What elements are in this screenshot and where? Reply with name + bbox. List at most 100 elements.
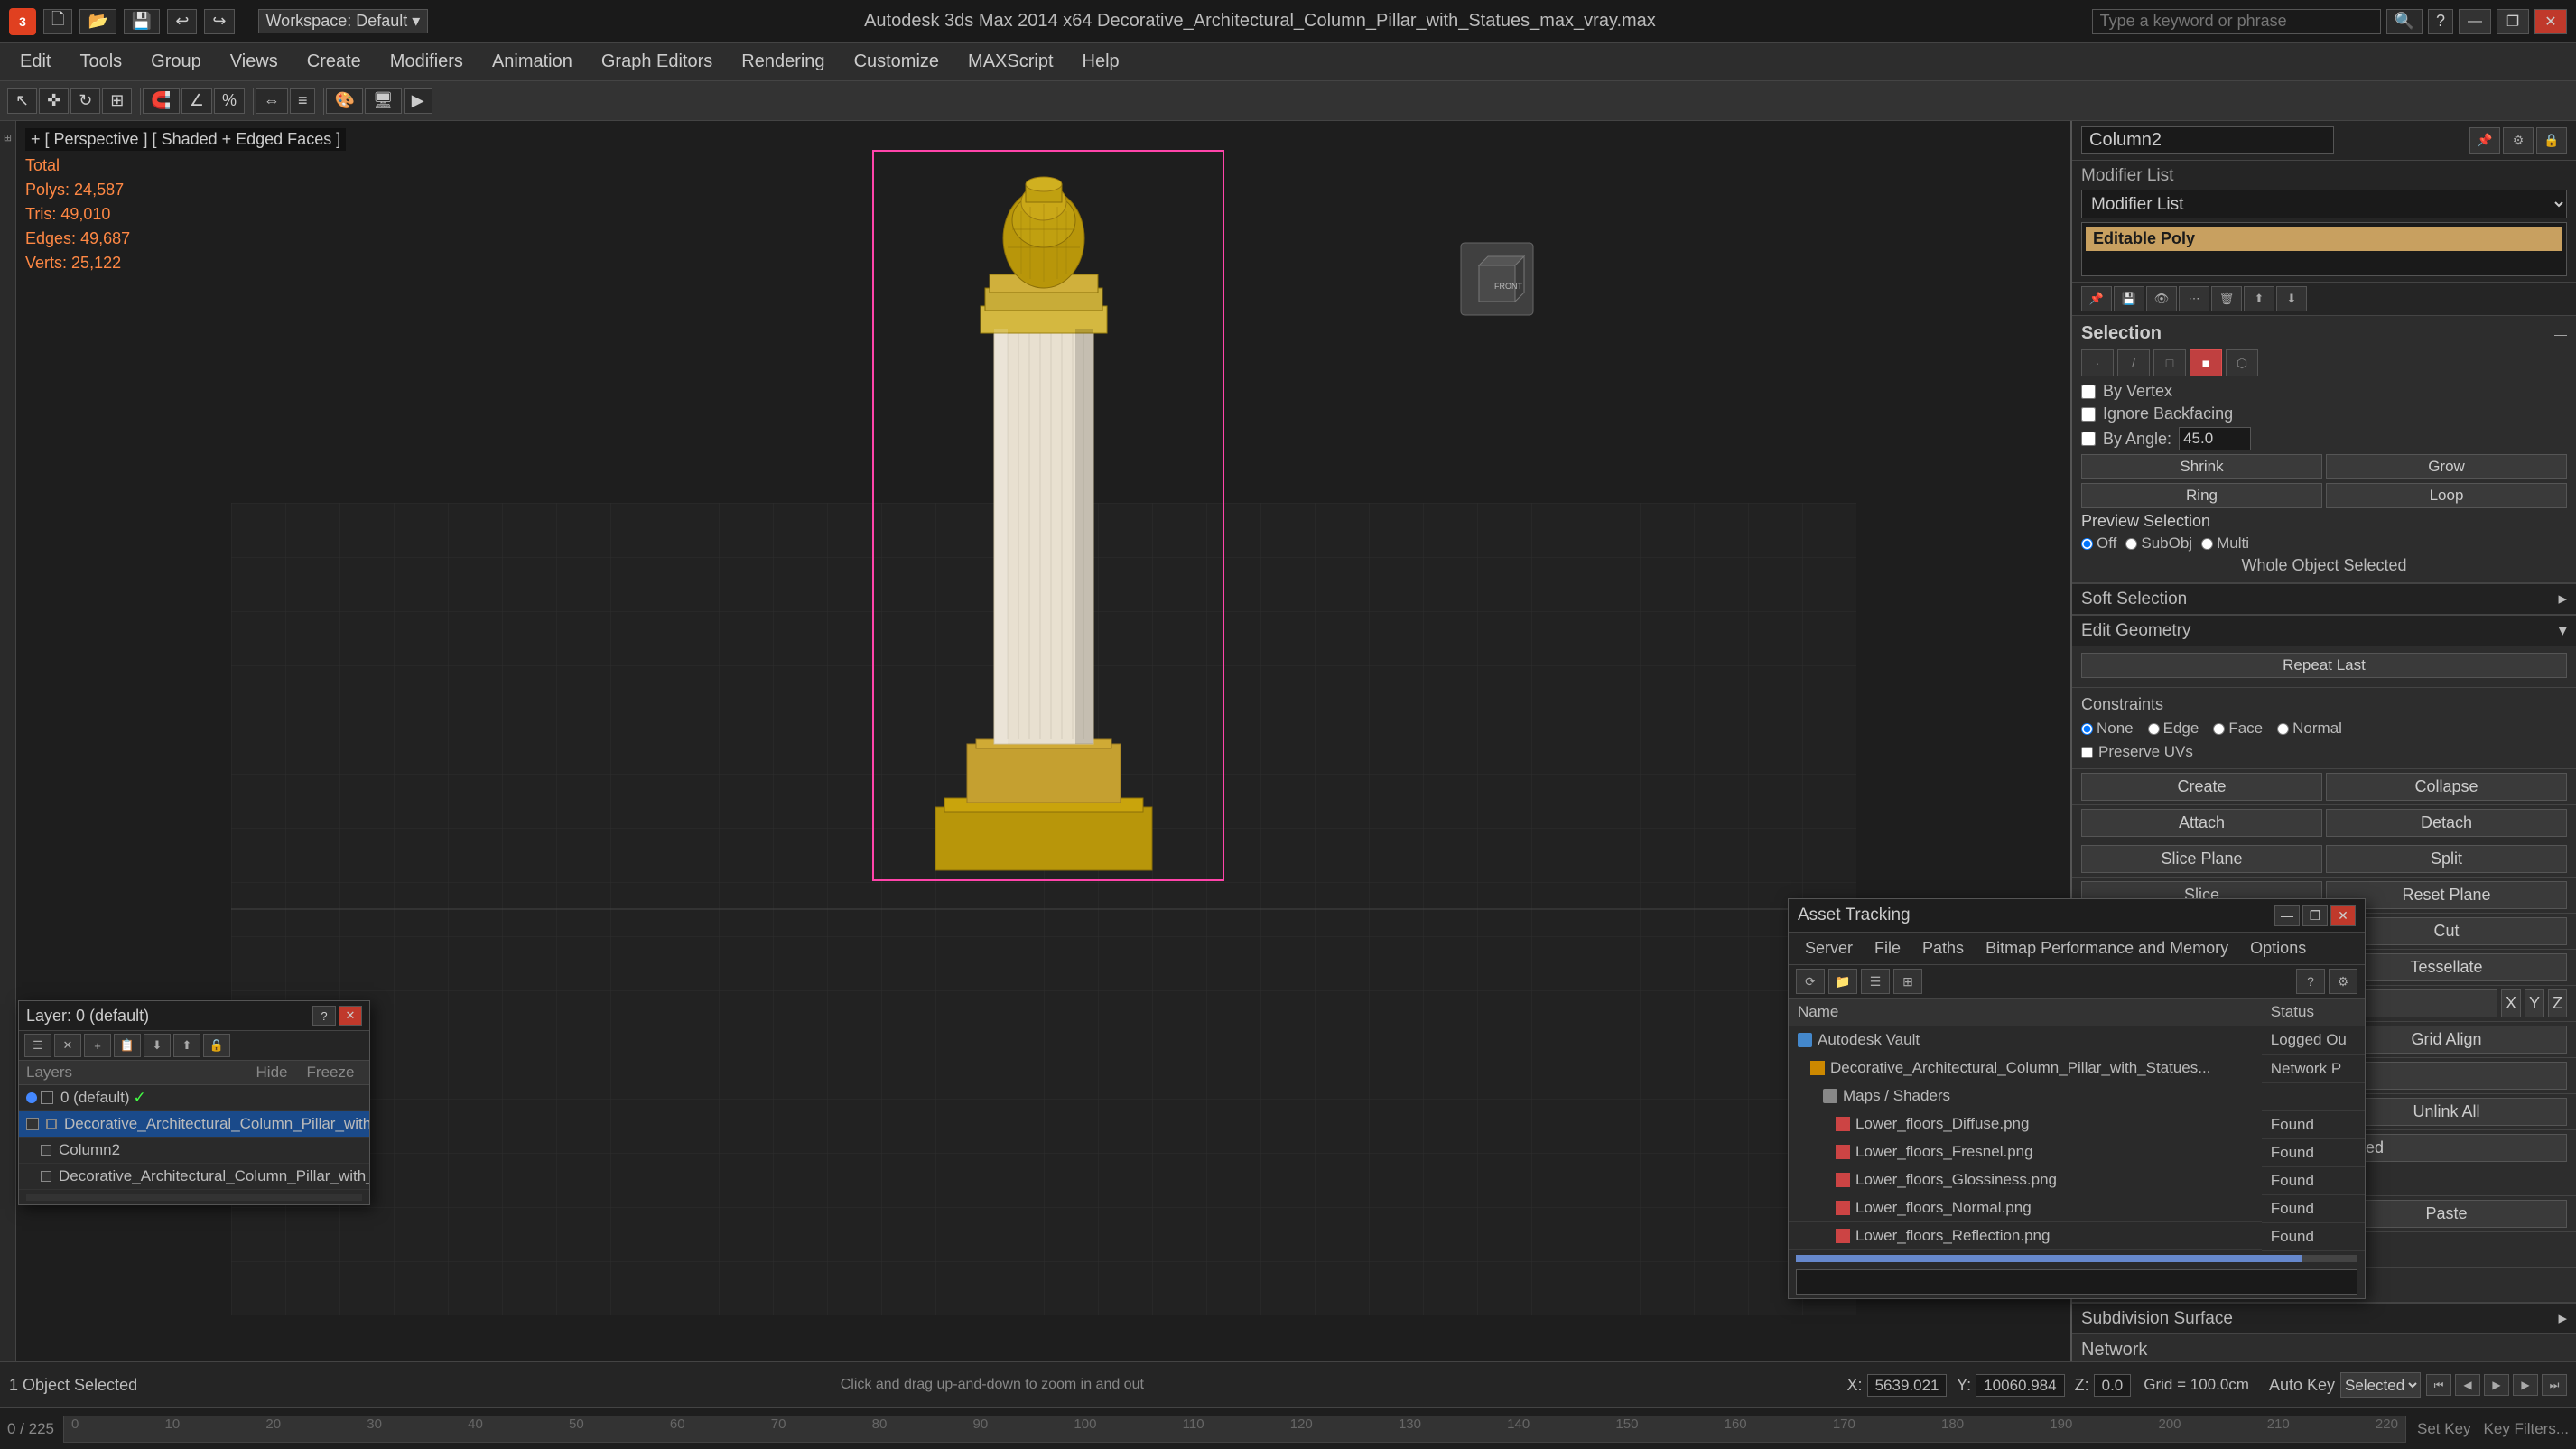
at-row-glossiness[interactable]: Lower_floors_Glossiness.png Found — [1789, 1166, 2365, 1194]
open-btn[interactable]: 📂 — [79, 9, 116, 34]
at-grid-btn[interactable]: ⊞ — [1893, 969, 1922, 994]
next-frame-btn[interactable]: ▶ — [2513, 1374, 2538, 1396]
at-menu-options[interactable]: Options — [2241, 936, 2315, 961]
at-folder-btn[interactable]: 📁 — [1828, 969, 1857, 994]
at-row-reflection[interactable]: Lower_floors_Reflection.png Found — [1789, 1222, 2365, 1250]
menu-modifiers[interactable]: Modifiers — [377, 47, 476, 78]
layer-column2[interactable]: Column2 — [19, 1138, 369, 1164]
grow-btn[interactable]: Grow — [2326, 454, 2567, 479]
menu-customize[interactable]: Customize — [842, 47, 952, 78]
preview-off-radio[interactable] — [2081, 538, 2093, 550]
at-restore-btn[interactable]: ❐ — [2302, 905, 2328, 926]
at-row-fresnel[interactable]: Lower_floors_Fresnel.png Found — [1789, 1138, 2365, 1166]
play-next-btn[interactable]: ⏭ — [2542, 1374, 2567, 1396]
at-refresh-btn[interactable]: ⟳ — [1796, 969, 1825, 994]
preview-multi-label[interactable]: Multi — [2201, 534, 2249, 553]
constraint-none-radio[interactable] — [2081, 723, 2093, 735]
object-name-input[interactable] — [2081, 126, 2334, 154]
loop-btn[interactable]: Loop — [2326, 483, 2567, 508]
edit-geometry-header[interactable]: Edit Geometry ▾ — [2072, 615, 2576, 646]
lp-btn-layers[interactable]: ☰ — [24, 1034, 51, 1057]
constraint-face-label[interactable]: Face — [2213, 720, 2263, 738]
lp-btn-moveup[interactable]: ⬆ — [173, 1034, 200, 1057]
subdivision-surface-header[interactable]: Subdivision Surface ▸ — [2072, 1303, 2576, 1334]
at-help-btn[interactable]: ? — [2296, 969, 2325, 994]
selection-collapse-btn[interactable]: — — [2554, 327, 2567, 341]
menu-tools[interactable]: Tools — [67, 47, 135, 78]
menu-graph-editors[interactable]: Graph Editors — [589, 47, 725, 78]
at-row-diffuse[interactable]: Lower_floors_Diffuse.png Found — [1789, 1110, 2365, 1138]
create-btn[interactable]: Create — [2081, 773, 2322, 801]
mod-up-btn[interactable]: ⬆ — [2244, 286, 2274, 311]
constraint-none-label[interactable]: None — [2081, 720, 2134, 738]
menu-animation[interactable]: Animation — [479, 47, 585, 78]
save-btn[interactable]: 💾 — [124, 9, 160, 34]
vertex-icon[interactable]: · — [2081, 349, 2114, 376]
redo-btn[interactable]: ↪ — [204, 9, 234, 34]
at-settings-btn[interactable]: ⚙ — [2329, 969, 2357, 994]
workspace-dropdown[interactable]: Workspace: Default ▾ — [258, 9, 429, 33]
at-row-file[interactable]: Decorative_Architectural_Column_Pillar_w… — [1789, 1054, 2365, 1082]
undo-btn[interactable]: ↩ — [167, 9, 197, 34]
at-search-input[interactable] — [1796, 1269, 2357, 1295]
menu-rendering[interactable]: Rendering — [729, 47, 837, 78]
mod-show-btn[interactable]: 👁 — [2146, 286, 2177, 311]
collapse-btn[interactable]: Collapse — [2326, 773, 2567, 801]
scale-btn[interactable]: ⊞ — [102, 88, 132, 114]
by-angle-checkbox[interactable] — [2081, 432, 2096, 446]
rp-settings-btn[interactable]: ⚙ — [2503, 127, 2534, 154]
repeat-last-btn[interactable]: Repeat Last — [2081, 653, 2567, 678]
search-btn[interactable]: 🔍 — [2386, 9, 2423, 34]
menu-edit[interactable]: Edit — [7, 47, 63, 78]
search-input[interactable] — [2092, 9, 2381, 34]
by-angle-input[interactable] — [2179, 427, 2251, 450]
mirror-btn[interactable]: ⇔ — [256, 88, 288, 114]
at-menu-paths[interactable]: Paths — [1913, 936, 1973, 961]
lp-help-btn[interactable]: ? — [312, 1006, 336, 1026]
layer-default[interactable]: 0 (default) ✓ — [19, 1085, 369, 1111]
edge-icon[interactable]: / — [2117, 349, 2150, 376]
render-btn[interactable]: ▶ — [404, 88, 432, 114]
menu-group[interactable]: Group — [138, 47, 214, 78]
constraint-normal-radio[interactable] — [2277, 723, 2289, 735]
element-icon[interactable]: ⬡ — [2226, 349, 2258, 376]
modifier-dropdown[interactable]: Modifier List — [2081, 190, 2567, 218]
rp-lock-btn[interactable]: 🔒 — [2536, 127, 2567, 154]
rotate-btn[interactable]: ↻ — [70, 88, 100, 114]
preview-subcty-radio[interactable] — [2125, 538, 2137, 550]
lp-btn-movedown[interactable]: ⬇ — [144, 1034, 171, 1057]
snap-btn[interactable]: 🧲 — [143, 88, 179, 114]
selected-dropdown[interactable]: Selected — [2340, 1372, 2421, 1398]
material-editor-btn[interactable]: 🎨 — [326, 88, 362, 114]
layer-decorative-sub[interactable]: Decorative_Architectural_Column_Pillar_w… — [19, 1164, 369, 1190]
new-btn[interactable]: 🗋 — [43, 9, 72, 34]
lp-scrollbar[interactable] — [26, 1194, 362, 1201]
angle-snap-btn[interactable]: ∠ — [181, 88, 212, 114]
rp-pin-btn[interactable]: 📌 — [2469, 127, 2500, 154]
mod-down-btn[interactable]: ⬇ — [2276, 286, 2307, 311]
align-btn[interactable]: ≡ — [290, 88, 316, 114]
constraint-face-radio[interactable] — [2213, 723, 2225, 735]
by-vertex-checkbox[interactable] — [2081, 385, 2096, 399]
close-btn[interactable]: ✕ — [2534, 9, 2567, 34]
at-row-vault[interactable]: Autodesk Vault Logged Ou — [1789, 1026, 2365, 1055]
ignore-backfacing-checkbox[interactable] — [2081, 407, 2096, 422]
menu-help[interactable]: Help — [1070, 47, 1132, 78]
constraint-edge-label[interactable]: Edge — [2148, 720, 2199, 738]
at-minimize-btn[interactable]: — — [2274, 905, 2300, 926]
mod-delete-btn[interactable]: 🗑 — [2211, 286, 2242, 311]
mod-more-btn[interactable]: ⋯ — [2179, 286, 2209, 311]
constraint-edge-radio[interactable] — [2148, 723, 2160, 735]
at-row-normal[interactable]: Lower_floors_Normal.png Found — [1789, 1194, 2365, 1222]
at-row-maps[interactable]: Maps / Shaders — [1789, 1082, 2365, 1110]
constraint-normal-label[interactable]: Normal — [2277, 720, 2342, 738]
lp-btn-copy[interactable]: 📋 — [114, 1034, 141, 1057]
preview-subcty-label[interactable]: SubObj — [2125, 534, 2192, 553]
soft-selection-header[interactable]: Soft Selection ▸ — [2072, 583, 2576, 615]
render-setup-btn[interactable]: 🖥 — [365, 88, 402, 114]
mod-save-btn[interactable]: 💾 — [2114, 286, 2144, 311]
preview-multi-radio[interactable] — [2201, 538, 2213, 550]
mod-pin-btn[interactable]: 📌 — [2081, 286, 2112, 311]
lp-btn-delete[interactable]: ✕ — [54, 1034, 81, 1057]
menu-create[interactable]: Create — [294, 47, 374, 78]
